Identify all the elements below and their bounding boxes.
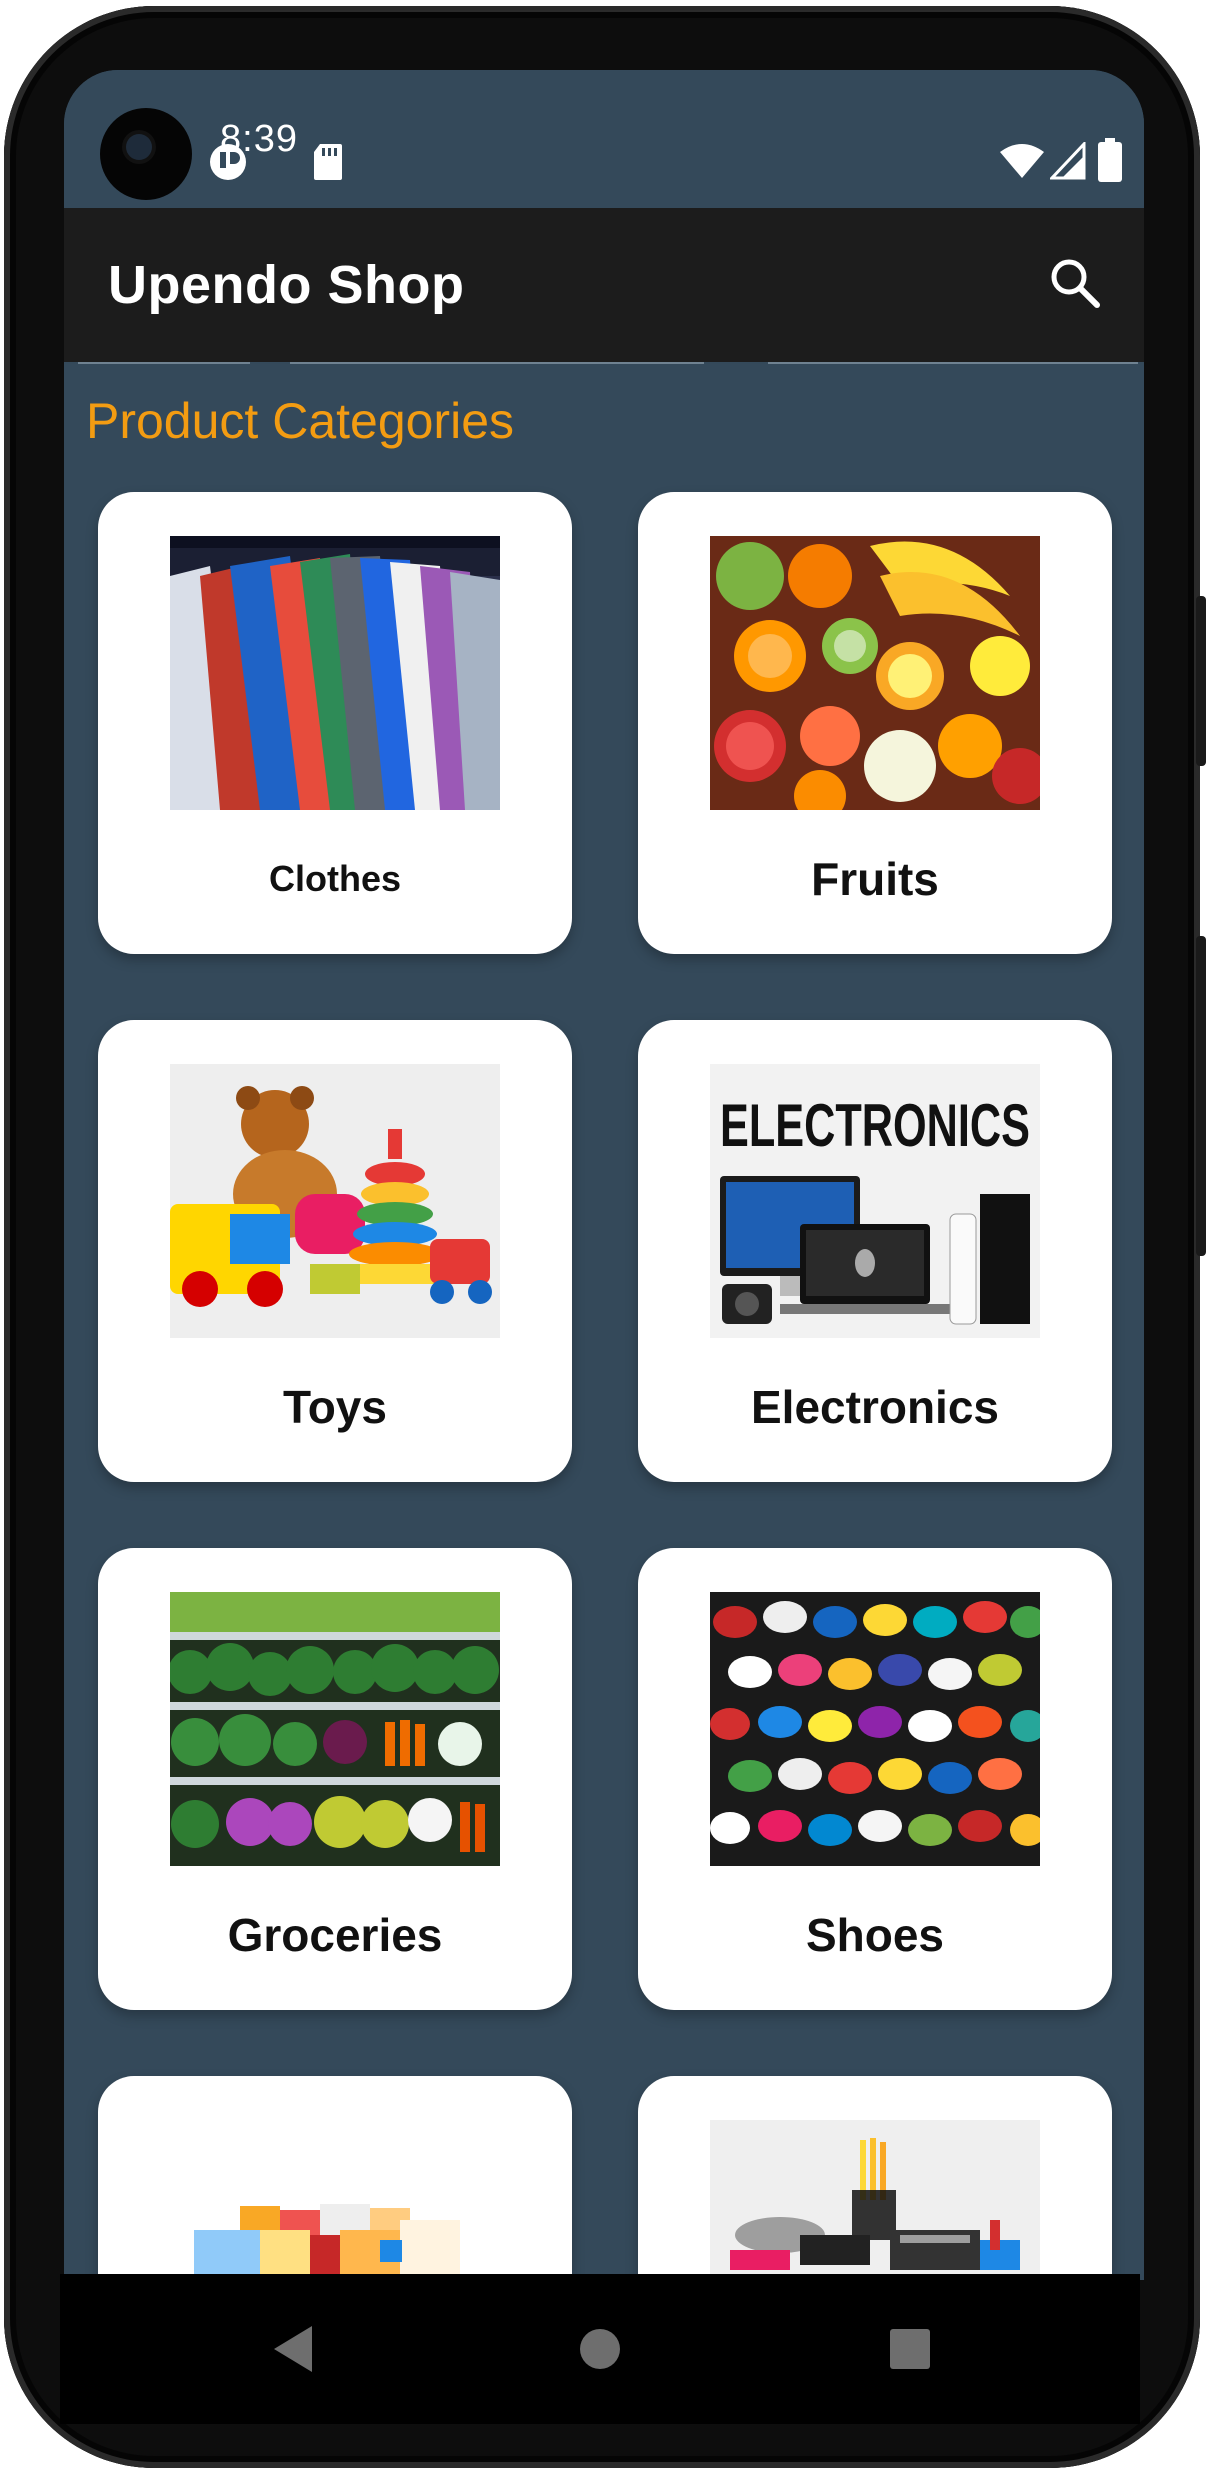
category-card-clothes[interactable]: Clothes (98, 492, 572, 954)
fruits-image (710, 536, 1040, 810)
battery-icon (1098, 138, 1122, 182)
category-label: Clothes (268, 858, 401, 899)
vpn-icon (210, 144, 246, 180)
camera-cutout (100, 108, 192, 200)
app-bar: Upendo Shop (64, 208, 1144, 362)
category-card-shoes[interactable]: Shoes (638, 1548, 1112, 2010)
phone-frame: 8:39 Upendo Shop Product Categories Clot… (4, 6, 1206, 2468)
toys-image (170, 1064, 500, 1338)
category-label: Shoes (805, 1909, 945, 1961)
cell-signal-icon (1050, 142, 1086, 180)
electronics-image: ELECTRONICS (710, 1064, 1040, 1338)
status-bar: 8:39 (64, 70, 1144, 208)
category-label: Fruits (811, 853, 939, 905)
category-card-electronics[interactable]: ELECTRONICS Electronics (638, 1020, 1112, 1482)
power-button (1196, 596, 1206, 766)
system-navigation-bar (60, 2274, 1140, 2424)
category-card-fruits[interactable]: Fruits (638, 492, 1112, 954)
tab-divider (290, 362, 704, 364)
search-button[interactable] (1040, 248, 1110, 318)
groceries-image (170, 1592, 500, 1866)
tab-strip (64, 362, 1144, 368)
sd-card-icon (314, 144, 342, 180)
category-card-toys[interactable]: Toys (98, 1020, 572, 1482)
tab-divider (78, 362, 250, 364)
section-title: Product Categories (86, 393, 515, 449)
category-label: Electronics (751, 1381, 999, 1433)
clothes-image (170, 536, 500, 810)
category-label: Groceries (227, 1909, 443, 1961)
electronics-banner-text: ELECTRONICS (720, 1092, 1030, 1159)
category-label: Toys (283, 1381, 387, 1433)
shoes-image (710, 1592, 1040, 1866)
tab-divider (768, 362, 1138, 364)
office-supplies-image (710, 2120, 1040, 2280)
search-icon (1051, 259, 1100, 308)
wifi-icon (1000, 144, 1044, 178)
back-triangle-icon[interactable] (260, 2314, 330, 2384)
recents-square-icon[interactable] (875, 2314, 945, 2384)
home-circle-icon[interactable] (565, 2314, 635, 2384)
category-card-office[interactable] (638, 2076, 1112, 2280)
volume-button (1196, 936, 1206, 1256)
category-card-packaged[interactable] (98, 2076, 572, 2280)
packaged-goods-image (170, 2120, 500, 2280)
app-title: Upendo Shop (108, 255, 465, 315)
category-card-groceries[interactable]: Groceries (98, 1548, 572, 2010)
screen: 8:39 Upendo Shop Product Categories Clot… (64, 70, 1144, 2280)
